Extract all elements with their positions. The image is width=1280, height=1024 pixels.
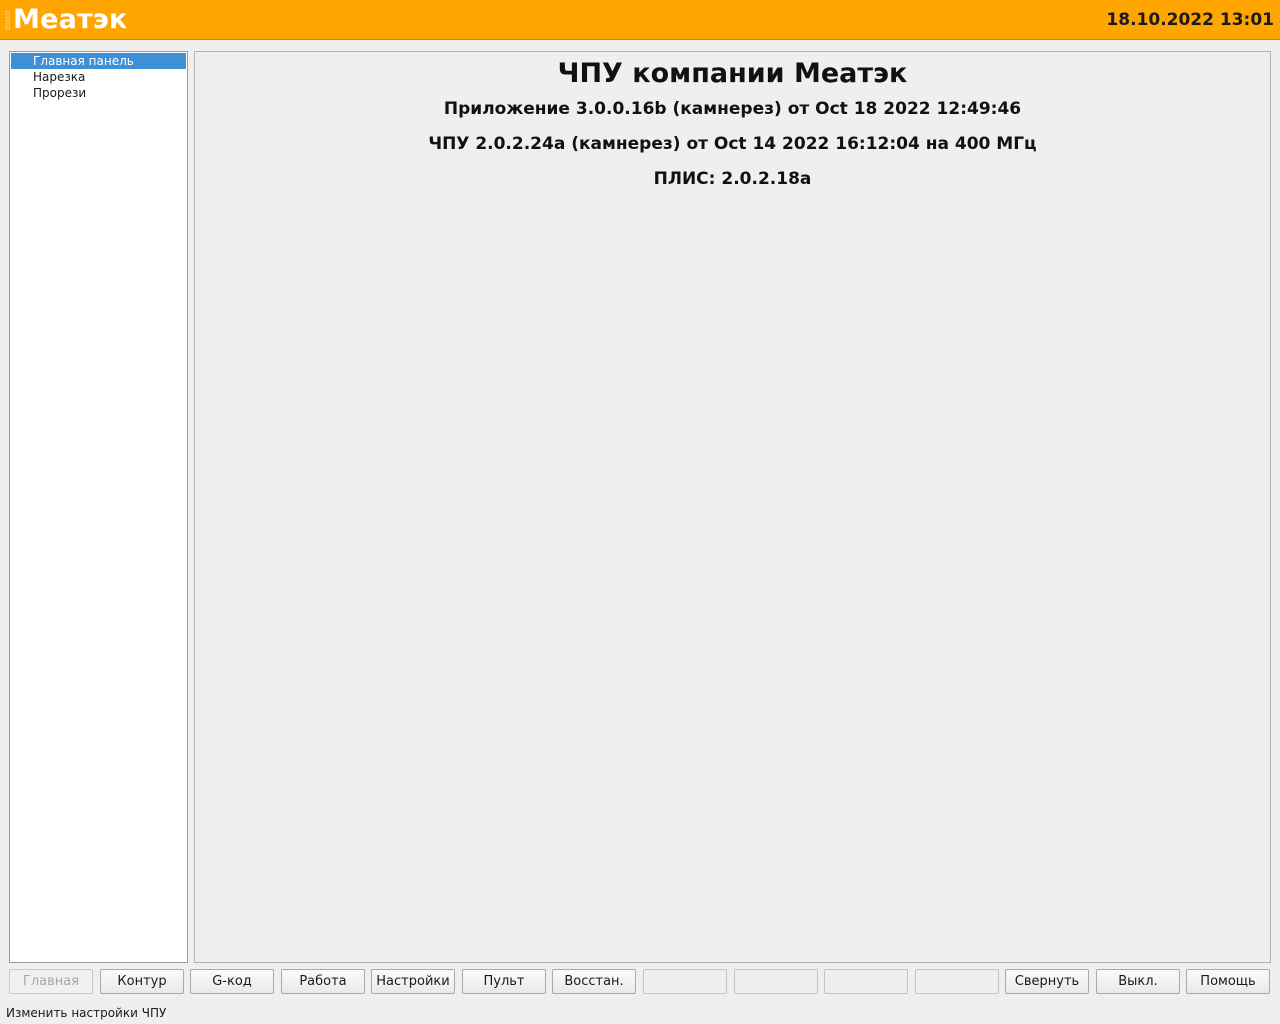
fpga-version-text: ПЛИС: 2.0.2.18a bbox=[653, 169, 812, 189]
empty-button-3[interactable] bbox=[824, 969, 908, 994]
bottom-button-bar: Главная Контур G-код Работа Настройки Пу… bbox=[9, 969, 1271, 994]
restore-button[interactable]: Восстан. bbox=[552, 969, 636, 994]
app-title: Меатэк bbox=[13, 4, 128, 35]
empty-button-4[interactable] bbox=[915, 969, 999, 994]
home-button[interactable]: Главная bbox=[9, 969, 93, 994]
navigation-tree[interactable]: Главная панель Нарезка Прорези bbox=[9, 51, 188, 963]
app-version-text: Приложение 3.0.0.16b (камнерез) от Oct 1… bbox=[443, 99, 1022, 119]
main-panel: ЧПУ компании Меатэк Приложение 3.0.0.16b… bbox=[194, 51, 1271, 963]
empty-button-2[interactable] bbox=[734, 969, 818, 994]
nav-item-slots[interactable]: Прорези bbox=[10, 85, 187, 101]
clock: 18.10.2022 13:01 bbox=[1106, 10, 1274, 30]
settings-button[interactable]: Настройки bbox=[371, 969, 455, 994]
gcode-button[interactable]: G-код bbox=[190, 969, 274, 994]
cnc-version-text: ЧПУ 2.0.2.24a (камнерез) от Oct 14 2022 … bbox=[428, 134, 1037, 154]
work-button[interactable]: Работа bbox=[281, 969, 365, 994]
page-title: ЧПУ компании Меатэк bbox=[557, 58, 908, 89]
power-off-button[interactable]: Выкл. bbox=[1096, 969, 1180, 994]
contour-button[interactable]: Контур bbox=[100, 969, 184, 994]
empty-button-1[interactable] bbox=[643, 969, 727, 994]
title-bar[interactable]: Меатэк 18.10.2022 13:01 bbox=[0, 0, 1280, 40]
nav-item-cutting[interactable]: Нарезка bbox=[10, 69, 187, 85]
app-window: Меатэк 18.10.2022 13:01 Главная панель Н… bbox=[0, 0, 1280, 1024]
drag-grip-icon[interactable] bbox=[5, 10, 10, 30]
nav-item-main-panel[interactable]: Главная панель bbox=[11, 53, 186, 69]
status-bar-text: Изменить настройки ЧПУ bbox=[6, 1006, 167, 1020]
minimize-button[interactable]: Свернуть bbox=[1005, 969, 1089, 994]
help-button[interactable]: Помощь bbox=[1186, 969, 1270, 994]
remote-button[interactable]: Пульт bbox=[462, 969, 546, 994]
